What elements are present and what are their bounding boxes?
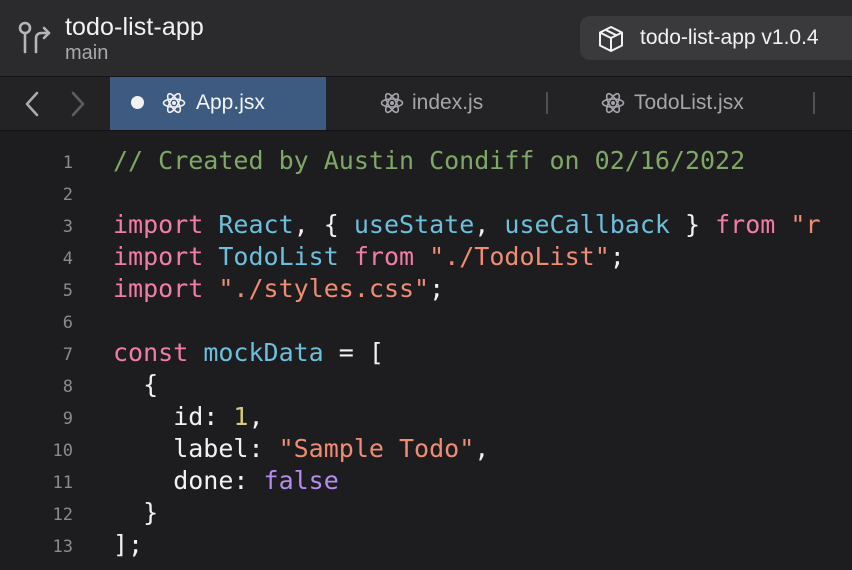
- code-token-text: , {: [293, 210, 354, 239]
- code-line[interactable]: 4 import TodoList from "./TodoList";: [0, 241, 852, 273]
- code-editor[interactable]: 1 // Created by Austin Condiff on 02/16/2…: [0, 131, 852, 570]
- react-icon: [601, 92, 625, 114]
- code-token-keyword: const: [113, 338, 189, 367]
- code-line[interactable]: 5 import "./styles.css";: [0, 273, 852, 305]
- code-token-keyword: import: [113, 274, 204, 303]
- line-number: 4: [62, 249, 73, 269]
- chevron-left-icon[interactable]: [18, 89, 48, 119]
- tab-index-js[interactable]: index.js: [326, 77, 548, 130]
- code-token-text: = [: [323, 338, 384, 367]
- code-line[interactable]: 7 const mockData = [: [0, 337, 852, 369]
- unsaved-dot: [131, 96, 144, 109]
- code-line[interactable]: 6: [0, 305, 852, 337]
- code-text: ];: [113, 529, 143, 561]
- code-line[interactable]: 13];: [0, 529, 852, 561]
- line-number: 1: [62, 153, 73, 173]
- code-token-text: ,: [248, 402, 264, 431]
- code-token-text: ];: [113, 530, 144, 559]
- code-line[interactable]: 9 id: 1,: [0, 401, 852, 433]
- code-line[interactable]: 1 // Created by Austin Condiff on 02/16/2…: [0, 145, 852, 177]
- line-number: 5: [62, 281, 73, 301]
- code-text: label: "Sample Todo",: [113, 433, 489, 465]
- code-token-text: {: [113, 370, 159, 399]
- react-icon: [162, 92, 186, 114]
- code-token-ident: TodoList: [218, 242, 339, 271]
- tab-bar: App.jsx index.js TodoList.jsx: [0, 77, 852, 131]
- code-token-const: false: [263, 466, 339, 495]
- code-token-string: "Sample Todo": [278, 434, 475, 463]
- code-text: id: 1,: [113, 401, 264, 433]
- tab-label: TodoList.jsx: [634, 91, 744, 114]
- code-token-ident: mockData: [203, 338, 324, 367]
- line-number: 10: [52, 441, 73, 461]
- code-line[interactable]: 11 done: false: [0, 465, 852, 497]
- code-token-keyword: from: [353, 242, 415, 271]
- code-token-string: "r: [790, 210, 821, 239]
- line-number: 3: [62, 217, 73, 237]
- line-number: 13: [52, 537, 73, 557]
- code-line[interactable]: 3 import React, { useState, useCallback }…: [0, 209, 852, 241]
- code-text: }: [113, 497, 158, 529]
- code-line[interactable]: 10 label: "Sample Todo",: [0, 433, 852, 465]
- code-token-ident: useState: [353, 210, 475, 239]
- code-token-text: ;: [609, 242, 625, 271]
- git-branch-icon[interactable]: [16, 20, 54, 56]
- line-number: 11: [52, 473, 73, 493]
- line-number: 9: [62, 409, 73, 429]
- tab-todolist-jsx[interactable]: TodoList.jsx: [548, 77, 814, 130]
- package-badge[interactable]: todo-list-app v1.0.4: [580, 16, 852, 60]
- code-token-text: ,: [474, 210, 505, 239]
- code-token-text: done:: [113, 466, 264, 495]
- title-bar: todo-list-app main todo-list-app v1.0.4: [0, 0, 852, 77]
- code-token-ident: React: [218, 210, 294, 239]
- code-text: import React, { useState, useCallback } …: [113, 209, 821, 241]
- code-token-string: "./TodoList": [429, 242, 610, 271]
- code-token-keyword: from: [715, 210, 776, 239]
- repo-name: todo-list-app: [65, 13, 204, 41]
- line-number: 8: [62, 377, 73, 397]
- tab-divider: [813, 92, 815, 114]
- code-token-ident: useCallback: [504, 210, 670, 239]
- tab-app-jsx[interactable]: App.jsx: [110, 77, 326, 130]
- code-text: done: false: [113, 465, 339, 497]
- code-line[interactable]: 12 }: [0, 497, 852, 529]
- code-token-text: }: [669, 210, 716, 239]
- code-token-comment: // Created by Austin Condiff on 02/16/20…: [113, 146, 746, 175]
- chevron-right-icon[interactable]: [62, 89, 92, 119]
- code-text: const mockData = [: [113, 337, 384, 369]
- tab-label: index.js: [412, 91, 484, 114]
- code-token-text: id:: [113, 402, 234, 431]
- line-number: 12: [52, 505, 73, 525]
- code-token-keyword: import: [113, 210, 204, 239]
- line-number: 6: [62, 313, 73, 333]
- code-token-text: ;: [429, 274, 445, 303]
- code-token-number: 1: [233, 402, 249, 431]
- line-number: 7: [62, 345, 73, 365]
- branch-name[interactable]: main: [65, 42, 108, 65]
- code-token-keyword: import: [113, 242, 204, 271]
- code-text: import "./styles.css";: [113, 273, 444, 305]
- code-text: import TodoList from "./TodoList";: [113, 241, 625, 273]
- react-icon: [380, 92, 404, 114]
- code-token-string: "./styles.css": [218, 274, 430, 303]
- code-text: {: [113, 369, 158, 401]
- tab-label: App.jsx: [196, 91, 265, 114]
- code-line[interactable]: 2: [0, 177, 852, 209]
- code-text: // Created by Austin Condiff on 02/16/20…: [113, 145, 745, 177]
- code-token-text: label:: [113, 434, 279, 463]
- package-box-icon: [599, 26, 623, 52]
- code-token-text: }: [113, 498, 159, 527]
- code-line[interactable]: 8 {: [0, 369, 852, 401]
- package-label: todo-list-app v1.0.4: [640, 26, 819, 49]
- line-number: 2: [62, 185, 73, 205]
- code-token-text: ,: [474, 434, 490, 463]
